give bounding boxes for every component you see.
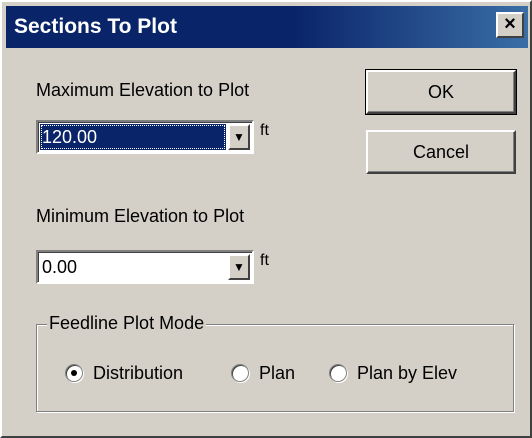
radio-button-icon[interactable] [65,364,83,382]
min-elevation-unit: ft [260,252,269,269]
max-elevation-label: Maximum Elevation to Plot [36,80,250,100]
radio-button-icon[interactable] [329,364,347,382]
radio-plan-label[interactable]: Plan [259,361,295,385]
radio-distribution-label[interactable]: Distribution [93,361,183,385]
radio-selected-dot [71,370,77,376]
close-icon: × [504,13,516,35]
min-elevation-combo[interactable]: 0.00 ▼ [36,250,254,284]
ok-button[interactable]: OK [365,69,517,115]
max-elevation-value[interactable]: 120.00 [40,124,226,150]
chevron-down-icon[interactable]: ▼ [228,124,250,150]
radio-button-icon[interactable] [231,364,249,382]
chevron-down-icon[interactable]: ▼ [228,254,250,280]
close-button[interactable]: × [496,12,524,38]
max-elevation-combo[interactable]: 120.00 ▼ [36,120,254,154]
max-elevation-unit: ft [260,122,269,139]
min-elevation-value[interactable]: 0.00 [40,254,226,280]
feedline-plot-mode-group: Feedline Plot Mode Distribution Plan Pla… [36,313,514,412]
feedline-plot-mode-legend: Feedline Plot Mode [47,313,207,334]
radio-plan-by-elev-label[interactable]: Plan by Elev [357,361,457,385]
sections-to-plot-dialog: Sections To Plot × Maximum Elevation to … [0,0,532,438]
title-bar[interactable]: Sections To Plot × [6,6,528,48]
min-elevation-label: Minimum Elevation to Plot [36,206,245,226]
dialog-title: Sections To Plot [14,15,177,38]
cancel-button[interactable]: Cancel [366,130,516,174]
